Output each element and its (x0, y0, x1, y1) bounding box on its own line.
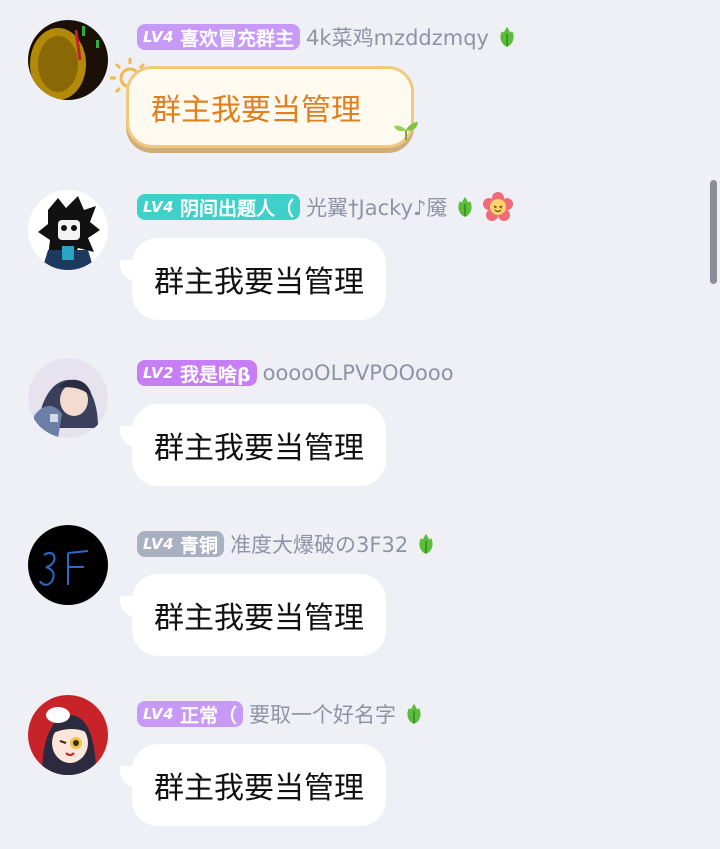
member-title: 喜欢冒充群主 (180, 27, 295, 50)
nickname[interactable]: 要取一个好名字 (249, 699, 396, 729)
level-title-badge: LV4 阴间出题人（ (137, 194, 301, 220)
member-title: 阴间出题人（ (180, 197, 295, 220)
bubble-tail (120, 426, 142, 448)
member-title: 青铜 (180, 534, 219, 557)
message-bubble[interactable]: 群主我要当管理 (120, 404, 386, 486)
avatar[interactable] (28, 190, 108, 270)
message-header: LV4 喜欢冒充群主 4k菜鸡mzddzmqy (137, 22, 517, 52)
message-bubble[interactable]: 群主我要当管理 (120, 574, 386, 656)
bubble-tail (120, 766, 142, 788)
nickname[interactable]: 4k菜鸡mzddzmqy (306, 22, 489, 52)
leaf-icon (416, 533, 436, 555)
message-text: 群主我要当管理 (154, 265, 364, 300)
message-text: 群主我要当管理 (154, 771, 364, 806)
scrollbar[interactable] (710, 180, 717, 284)
message-bubble[interactable]: 群主我要当管理 (120, 238, 386, 320)
avatar[interactable] (28, 525, 108, 605)
level-title-badge: LV4 喜欢冒充群主 (137, 24, 301, 50)
bubble-tail (120, 260, 142, 282)
message-bubble[interactable]: 群主我要当管理 (120, 744, 386, 826)
avatar[interactable] (28, 20, 108, 100)
message-text: 群主我要当管理 (154, 601, 364, 636)
message-header: LV2 我是啥β ooooOLPVPOOooo (137, 360, 454, 386)
level-label: LV4 (143, 535, 175, 553)
member-title: 我是啥β (180, 363, 251, 386)
bubble-tail (120, 596, 142, 618)
message-text: 群主我要当管理 (154, 431, 364, 466)
leaf-icon (455, 196, 475, 218)
level-title-badge: LV4 正常（ (137, 701, 244, 727)
nickname[interactable]: 准度大爆破の3F32 (230, 529, 408, 559)
level-label: LV4 (143, 705, 175, 723)
level-title-badge: LV2 我是啥β (137, 360, 257, 386)
avatar[interactable] (28, 695, 108, 775)
avatar[interactable] (28, 358, 108, 438)
message-text: 群主我要当管理 (151, 93, 361, 128)
level-title-badge: LV4 青铜 (137, 531, 225, 557)
sprout-decoration-icon (394, 122, 418, 140)
nickname[interactable]: 光翼†Jacky♪魇 (306, 192, 447, 222)
level-label: LV2 (143, 364, 175, 382)
message-header: LV4 青铜 准度大爆破の3F32 (137, 529, 436, 559)
level-label: LV4 (143, 28, 175, 46)
flower-face-icon (483, 192, 514, 222)
message-header: LV4 正常（ 要取一个好名字 (137, 699, 424, 729)
message-header: LV4 阴间出题人（ 光翼†Jacky♪魇 (137, 192, 514, 222)
level-label: LV4 (143, 198, 175, 216)
message-bubble[interactable]: 群主我要当管理 (126, 66, 414, 148)
leaf-icon (404, 703, 424, 725)
member-title: 正常（ (180, 704, 238, 727)
nickname[interactable]: ooooOLPVPOOooo (263, 361, 454, 385)
leaf-icon (497, 26, 517, 48)
